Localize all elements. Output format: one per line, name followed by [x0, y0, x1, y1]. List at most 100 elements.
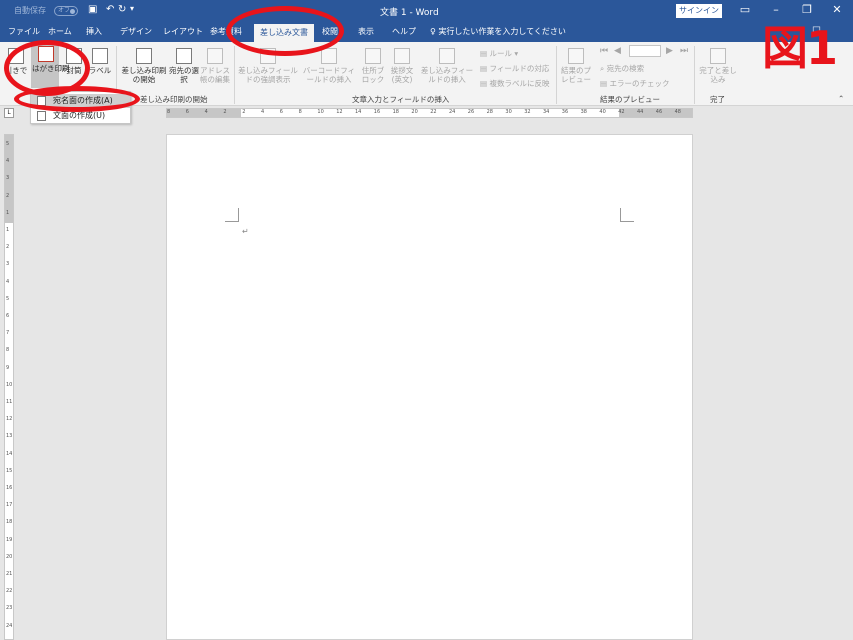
ruler-number: 14: [355, 109, 362, 115]
finish-merge-button[interactable]: 完了と差し込み: [698, 48, 738, 84]
ruler-number: 23: [6, 605, 13, 612]
barcode-icon: [321, 48, 337, 64]
ruler-number: 46: [655, 109, 663, 115]
ruler-number: 1: [6, 227, 10, 233]
ruler-number: 3: [6, 261, 10, 268]
ruler-number: 4: [261, 109, 265, 115]
tell-me-search[interactable]: ♀ 実行したい作業を入力してください: [430, 26, 566, 37]
ruler-number: 13: [6, 433, 13, 440]
ruler-number: 18: [392, 109, 399, 115]
previous-record-icon[interactable]: ◀: [614, 46, 621, 56]
ruler-number: 2: [6, 192, 10, 199]
ruler-number: 36: [561, 109, 569, 115]
ruler-number: 3: [6, 175, 10, 182]
ruler-number: 19: [6, 536, 13, 543]
ruler-number: 24: [449, 109, 456, 115]
start-merge-group-label: 差し込み印刷の開始: [140, 95, 208, 104]
rules-button[interactable]: ▤ ルール ▾: [480, 48, 518, 59]
insert-merge-field-button[interactable]: 差し込みフィールドの挿入: [418, 48, 476, 84]
document-page[interactable]: ↵: [166, 134, 693, 640]
ruler-number: 6: [279, 109, 283, 115]
first-record-icon[interactable]: ⏮: [600, 46, 608, 56]
preview-icon: [568, 48, 584, 64]
select-recipients-label: 宛先の選択: [169, 66, 199, 84]
start-mail-merge-button[interactable]: 差し込み印刷の開始: [120, 48, 168, 84]
ruler-number: 22: [430, 109, 437, 115]
title-bar: 自動保存 オフ ▣ ↶ ↻ ▾ 文書 1 - Word サインイン ▭ – ❐ …: [0, 0, 853, 22]
ruler-number: 4: [6, 158, 10, 165]
tab-home[interactable]: ホーム: [48, 26, 72, 37]
tab-selector[interactable]: L: [4, 108, 14, 118]
finish-merge-label: 完了と差し込み: [699, 66, 737, 84]
ruler-number: 8: [167, 109, 171, 115]
ribbon-display-options-icon[interactable]: ▭: [737, 3, 753, 16]
tab-view[interactable]: 表示: [358, 26, 374, 37]
paragraph-mark: ↵: [242, 227, 249, 236]
ruler-number: 48: [674, 109, 681, 115]
update-labels-button[interactable]: ▤ 複数ラベルに反映: [480, 78, 549, 89]
tell-me-text: 実行したい作業を入力してください: [438, 27, 566, 36]
start-mail-merge-label: 差し込み印刷の開始: [121, 66, 167, 84]
ruler-number: 17: [6, 502, 13, 509]
customize-qat-icon[interactable]: ▾: [130, 4, 134, 13]
ruler-number: 2: [223, 109, 227, 115]
collapse-ribbon-icon[interactable]: ⌃: [838, 94, 844, 103]
preview-results-button[interactable]: 結果のプレビュー: [560, 48, 592, 84]
labels-label: ラベル: [88, 66, 112, 75]
finish-group-label: 完了: [710, 95, 725, 104]
rules-label: ルール: [489, 49, 512, 58]
vertical-ruler[interactable]: 5 4 3 2 1 1 2 3 4 5 6 7 8 9 10 11 12 13 14 15 16 17 18 19 20 21 22…: [4, 134, 14, 640]
ruler-number: 6: [6, 313, 10, 319]
group-separator: [694, 46, 695, 104]
check-errors-button[interactable]: ▤ エラーのチェック: [600, 78, 669, 89]
save-icon[interactable]: ▣: [88, 4, 97, 15]
annotation-oval-mailings-tab: [226, 6, 344, 56]
ruler-number: 12: [336, 109, 343, 115]
undo-icon[interactable]: ↶: [106, 4, 114, 15]
ruler-number: 16: [6, 485, 13, 491]
ruler-number: 9: [6, 364, 10, 371]
edit-recipient-list-button[interactable]: アドレス帳の編集: [199, 48, 231, 84]
ruler-number: 26: [467, 109, 475, 115]
record-number-input[interactable]: [629, 45, 661, 57]
labels-button[interactable]: ラベル: [88, 48, 112, 75]
tab-help[interactable]: ヘルプ: [392, 26, 416, 37]
match-fields-button[interactable]: ▤ フィールドの対応: [480, 63, 549, 74]
ruler-number: 5: [6, 141, 10, 147]
match-fields-label: フィールドの対応: [489, 64, 550, 73]
ruler-number: 1: [6, 209, 10, 216]
select-recipients-button[interactable]: 宛先の選択: [169, 48, 199, 84]
insert-barcode-field-label: バーコードフィールドの挿入: [302, 66, 356, 84]
ruler-number: 34: [543, 109, 550, 115]
ruler-number: 24: [6, 622, 13, 629]
ruler-number: 5: [6, 295, 10, 302]
greeting-line-button[interactable]: 挨拶文(英文): [388, 48, 416, 84]
ruler-number: 4: [6, 278, 10, 285]
ruler-number: 15: [6, 467, 13, 474]
redo-icon[interactable]: ↻: [118, 4, 126, 15]
tab-design[interactable]: デザイン: [120, 26, 152, 37]
ruler-number: 28: [486, 109, 493, 115]
insert-merge-field-label: 差し込みフィールドの挿入: [420, 66, 474, 84]
annotation-oval-address-side-item: [14, 86, 140, 112]
ruler-number: 18: [6, 519, 13, 526]
autosave-label: 自動保存: [14, 6, 46, 15]
ruler-number: 7: [6, 330, 10, 337]
signin-button[interactable]: サインイン: [676, 4, 722, 18]
address-block-button[interactable]: 住所ブロック: [360, 48, 386, 84]
update-labels-label: 複数ラベルに反映: [489, 79, 550, 88]
last-record-icon[interactable]: ⏭: [680, 46, 688, 56]
group-separator: [556, 46, 557, 104]
tab-file[interactable]: ファイル: [8, 26, 40, 37]
crop-mark-top-right: [620, 208, 634, 222]
ruler-number: 8: [298, 109, 302, 115]
ruler-number: 2: [242, 109, 246, 115]
horizontal-ruler[interactable]: 8 6 4 2 2 4 6 8 10 12 14 16 18 20 22 24 26 28 30 32 34 36 38 40…: [166, 108, 693, 118]
ruler-number: 21: [6, 571, 13, 577]
autosave-toggle[interactable]: オフ: [54, 6, 78, 16]
next-record-icon[interactable]: ▶: [666, 46, 673, 56]
crop-mark-top-left: [225, 208, 239, 222]
tab-layout[interactable]: レイアウト: [163, 26, 203, 37]
find-recipient-button[interactable]: ⌕ 宛先の検索: [600, 63, 644, 74]
tab-insert[interactable]: 挿入: [86, 26, 102, 37]
